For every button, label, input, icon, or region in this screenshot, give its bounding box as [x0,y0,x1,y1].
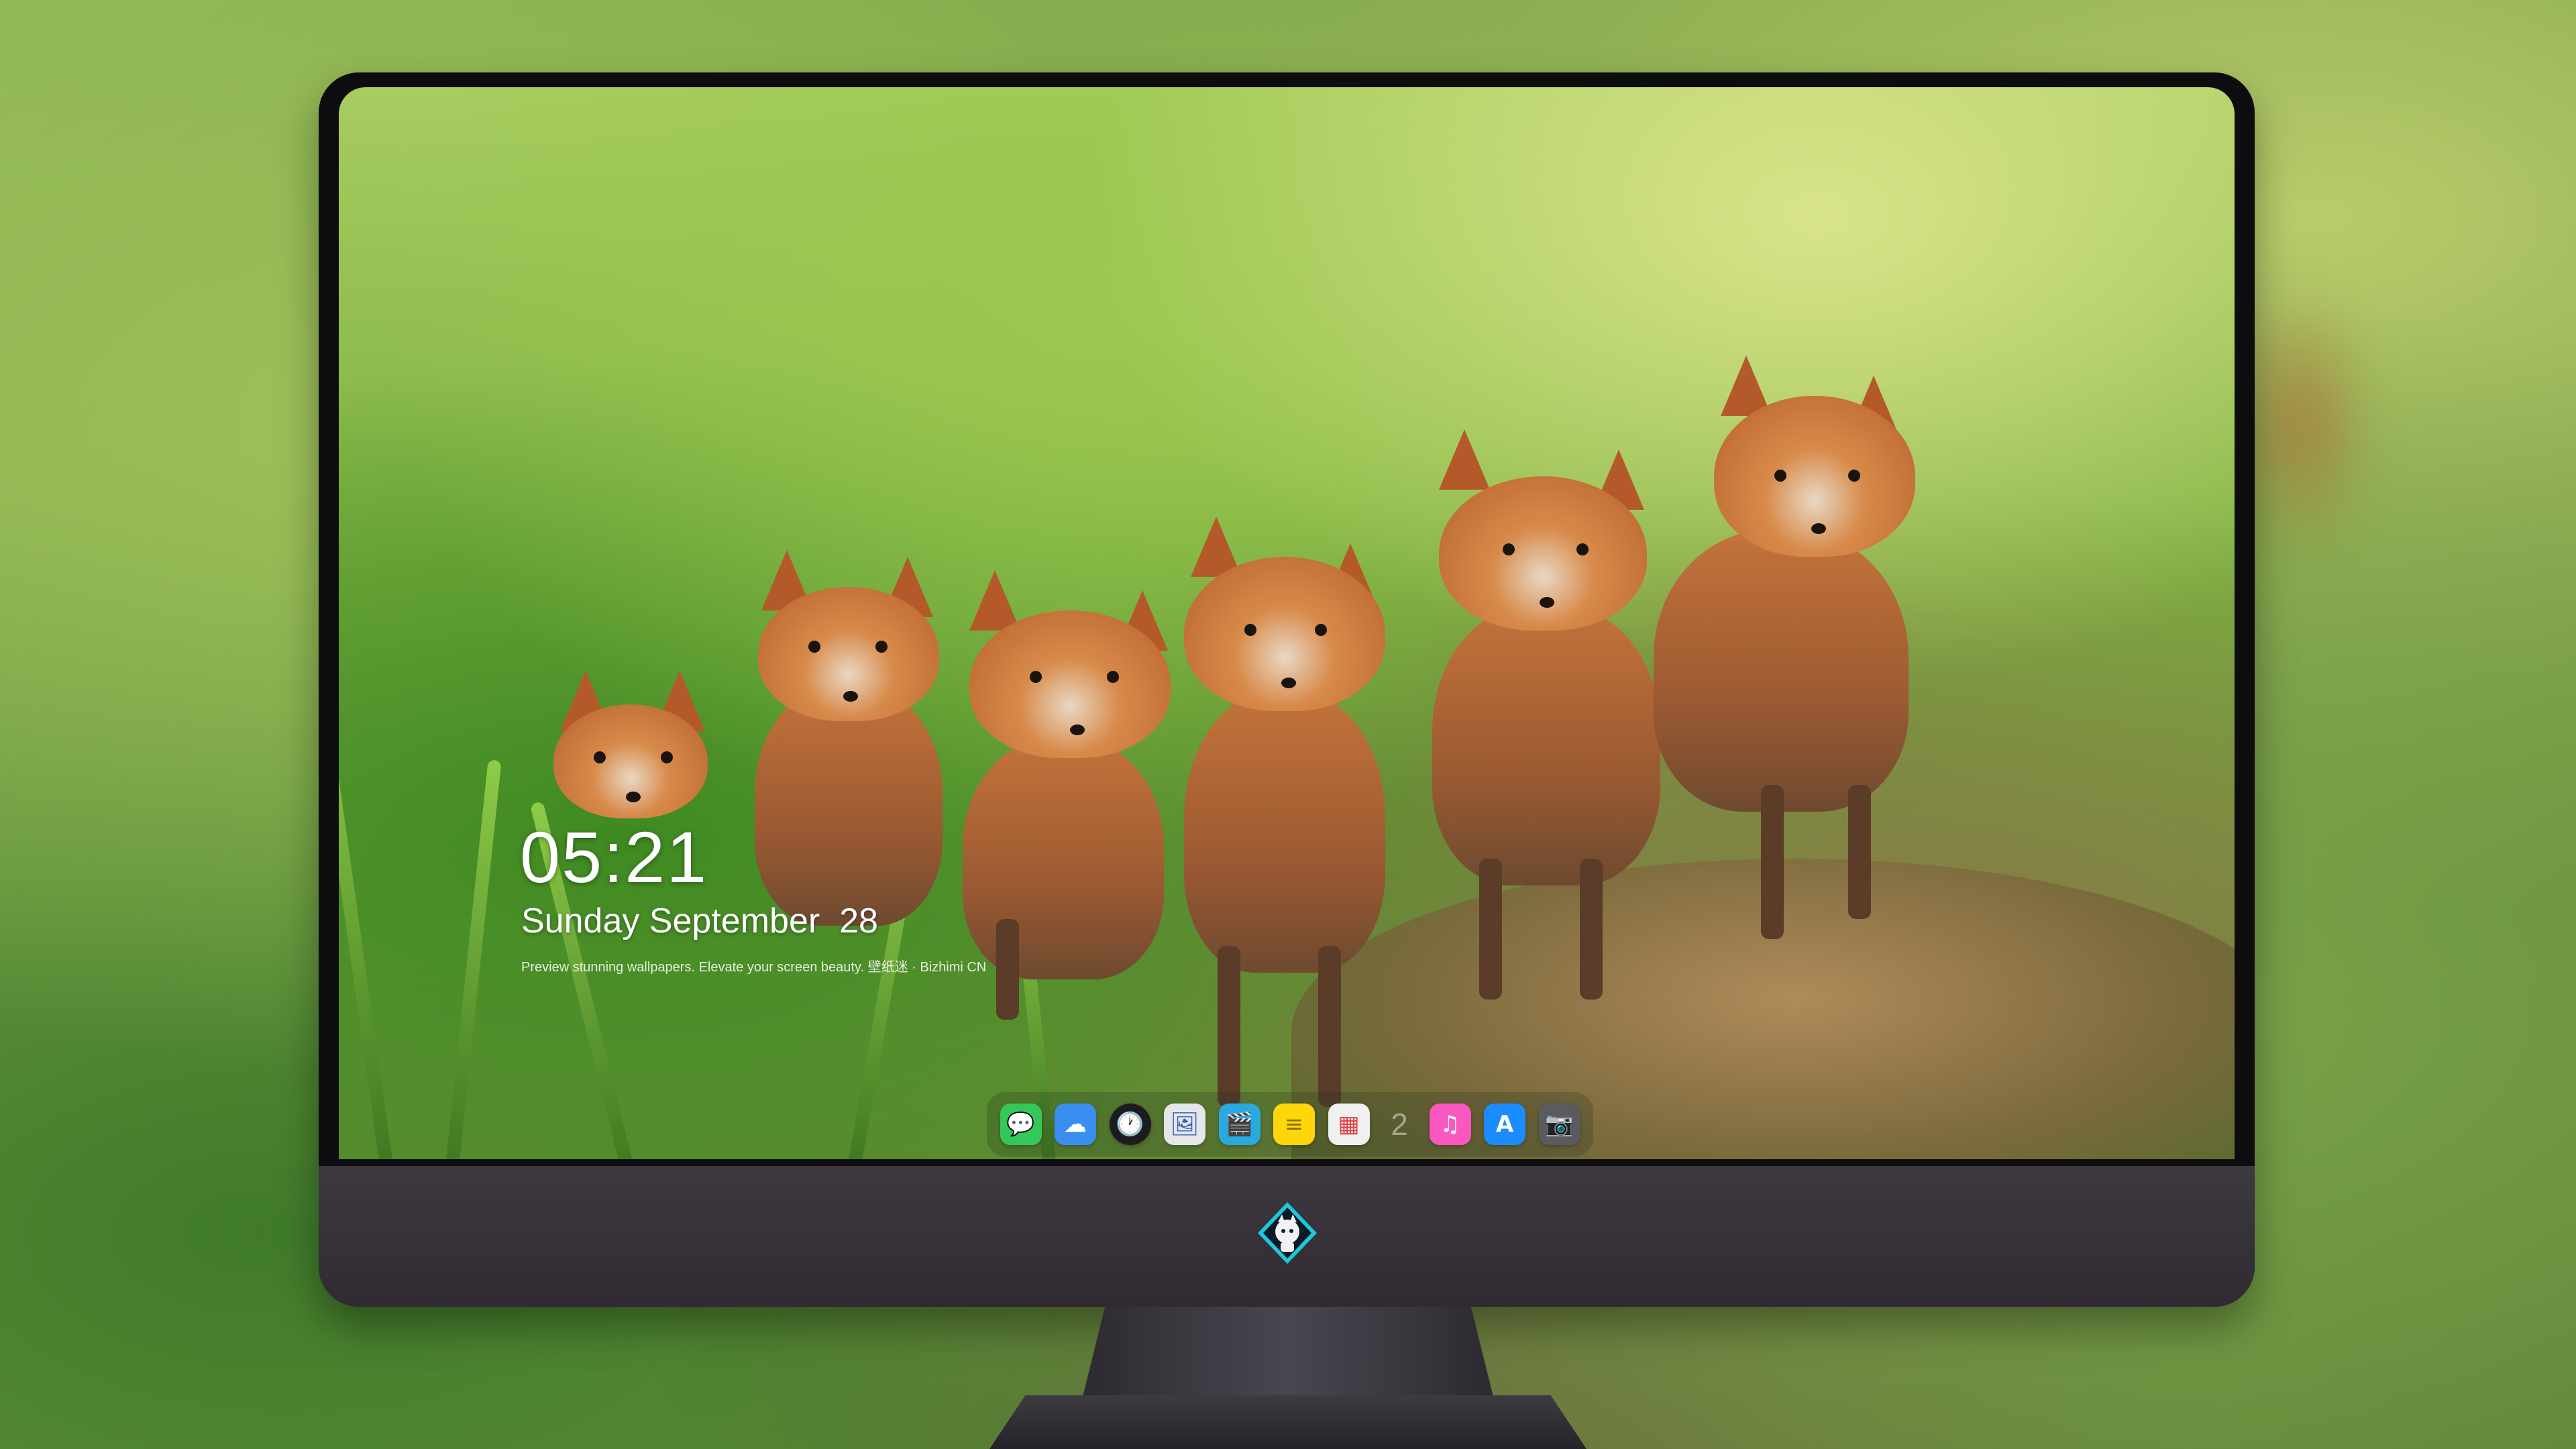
app-store-icon[interactable]: A [1484,1104,1525,1145]
notes-icon[interactable]: ≡ [1273,1104,1315,1145]
lock-screen-time: 05:21 [520,816,708,898]
weather-icon[interactable]: ☁ [1055,1104,1096,1145]
music-icon[interactable]: ♫ [1429,1104,1471,1145]
grass-decoration [446,759,502,1159]
lock-screen-tagline: Preview stunning wallpapers. Elevate you… [521,960,987,975]
preview-icon[interactable]: 🖼 [1164,1104,1205,1145]
grass-decoration [339,694,392,1159]
desktop-wallpaper: 05:21 Sunday September 28 Preview stunni… [339,87,2235,1159]
dock-separator: 2 [1391,1107,1408,1142]
clock-icon[interactable]: 🕐 [1109,1104,1151,1145]
lock-screen-date: Sunday September 28 [521,902,878,941]
fox-kit [956,570,1197,1020]
photo-booth-icon[interactable]: ▦ [1328,1104,1370,1145]
monitor: 05:21 Sunday September 28 Preview stunni… [319,72,2255,1307]
fox-kit [1164,517,1405,1120]
clips-icon[interactable]: 🎬 [1218,1104,1260,1145]
fox-kit [1419,429,1674,1006]
dock: 💬 ☁ 🕐 🖼 🎬 ≡ ▦ 2 ♫ A 📷 [987,1092,1593,1157]
monitor-stand-base [989,1395,1587,1449]
fox-kit [1654,356,1935,959]
messages-icon[interactable]: 💬 [1000,1104,1042,1145]
monitor-stand-neck [1080,1307,1496,1407]
screenshot-icon[interactable]: 📷 [1538,1104,1580,1145]
brand-logo-icon [1258,1202,1317,1264]
